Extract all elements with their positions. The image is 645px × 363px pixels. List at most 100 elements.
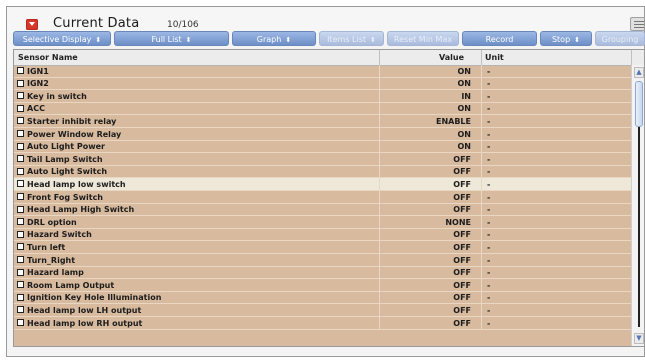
row-checkbox[interactable] — [17, 117, 24, 125]
table-row[interactable]: IGN2 ON - — [14, 77, 631, 91]
dropdown-arrow-icon: ⬍ — [95, 36, 102, 44]
column-header-value[interactable]: Value — [439, 53, 464, 62]
sensor-value: ON — [457, 79, 472, 89]
row-checkbox[interactable] — [17, 67, 24, 74]
sensor-unit: - — [487, 242, 491, 252]
sensor-unit: - — [487, 179, 491, 189]
table-row[interactable]: Auto Light Power ON - — [14, 140, 631, 154]
row-checkbox[interactable] — [17, 104, 24, 112]
sensor-unit: - — [487, 192, 491, 202]
table-row[interactable]: Power Window Relay ON - — [14, 128, 631, 141]
row-checkbox[interactable] — [17, 167, 24, 175]
scroll-up-icon[interactable]: ▲ — [634, 67, 644, 78]
row-checkbox[interactable] — [17, 306, 24, 314]
table-row[interactable]: Room Lamp Output OFF - — [14, 279, 631, 292]
collapse-icon[interactable] — [26, 19, 38, 30]
reset-min-max-button[interactable]: Reset Min Max — [387, 31, 459, 46]
row-checkbox[interactable] — [17, 218, 24, 226]
row-checkbox[interactable] — [17, 281, 24, 289]
table-row[interactable]: Hazard Switch OFF - — [14, 228, 631, 242]
table-row[interactable]: Head lamp low switch OFF - — [14, 178, 631, 191]
grouping-button[interactable]: Grouping — [595, 31, 645, 46]
table-row[interactable]: Key in switch IN - — [14, 90, 631, 103]
sensor-name: Key in switch — [27, 91, 87, 101]
sensor-value: OFF — [453, 242, 471, 252]
table-row[interactable]: Front Fog Switch OFF - — [14, 191, 631, 204]
table-row[interactable]: Hazard lamp OFF - — [14, 266, 631, 280]
sensor-name: Turn_Right — [27, 255, 76, 265]
table-row[interactable]: Tail Lamp Switch OFF - — [14, 153, 631, 166]
full-list-button[interactable]: Full List ⬍ — [114, 31, 229, 46]
sensor-value: ON — [457, 142, 472, 152]
sensor-name: Front Fog Switch — [27, 192, 104, 202]
column-header-sensor-name[interactable]: Sensor Name — [18, 53, 78, 62]
scroll-down-icon[interactable]: ▼ — [634, 333, 644, 344]
sensor-value: OFF — [453, 280, 471, 290]
title-bar: Current Data 10/106 — [7, 7, 644, 33]
sensor-value: OFF — [453, 179, 471, 189]
sensor-unit: - — [487, 293, 491, 303]
sensor-name: Hazard lamp — [27, 268, 84, 278]
row-checkbox[interactable] — [17, 79, 24, 87]
dropdown-arrow-icon: ⬍ — [185, 36, 192, 44]
vertical-scrollbar[interactable]: ▲ ▼ — [631, 65, 644, 346]
sensor-value: ON — [457, 129, 472, 139]
row-checkbox[interactable] — [17, 155, 24, 163]
sensor-name: Auto Light Power — [27, 142, 105, 152]
items-list-button[interactable]: Items List ⬍ — [319, 31, 384, 46]
column-header-unit[interactable]: Unit — [485, 53, 504, 62]
dropdown-arrow-icon: ⬍ — [370, 36, 376, 44]
scrollbar-track — [638, 127, 640, 327]
table-row[interactable]: DRL option NONE - — [14, 216, 631, 229]
sensor-unit: - — [487, 66, 491, 76]
sensor-name: Starter inhibit relay — [27, 116, 117, 126]
record-button[interactable]: Record — [462, 31, 537, 46]
sensor-value: OFF — [453, 268, 471, 278]
table-row[interactable]: ACC ON - — [14, 102, 631, 116]
row-checkbox[interactable] — [17, 293, 24, 301]
row-checkbox[interactable] — [17, 268, 24, 276]
sensor-value: ENABLE — [435, 116, 471, 126]
sensor-unit: - — [487, 167, 491, 177]
selective-display-button[interactable]: Selective Display ⬍ — [13, 31, 111, 46]
sensor-unit: - — [487, 280, 491, 290]
table-row[interactable]: Head Lamp High Switch OFF - — [14, 203, 631, 217]
row-checkbox[interactable] — [17, 92, 24, 100]
row-checkbox[interactable] — [17, 193, 24, 200]
table-row[interactable]: Head lamp low LH output OFF - — [14, 304, 631, 317]
sensor-name: Head lamp low RH output — [27, 318, 143, 328]
stop-button[interactable]: Stop ⬍ — [540, 31, 592, 46]
table-row[interactable]: Turn left OFF - — [14, 241, 631, 254]
row-checkbox[interactable] — [17, 256, 24, 263]
graph-button[interactable]: Graph ⬍ — [232, 31, 316, 46]
sensor-name: Hazard Switch — [27, 230, 92, 240]
table-row[interactable]: IGN1 ON - — [14, 65, 631, 78]
menu-icon[interactable] — [630, 17, 644, 31]
sensor-unit: - — [487, 205, 491, 215]
row-checkbox[interactable] — [17, 319, 24, 326]
sensor-unit: - — [487, 268, 491, 278]
sensor-name: Auto Light Switch — [27, 167, 108, 177]
row-checkbox[interactable] — [17, 230, 24, 238]
sensor-name: Ignition Key Hole Illumination — [27, 293, 162, 303]
sensor-value: ON — [457, 104, 472, 114]
row-checkbox[interactable] — [17, 243, 24, 251]
table-row[interactable]: Auto Light Switch OFF - — [14, 165, 631, 179]
row-checkbox[interactable] — [17, 180, 24, 188]
scrollbar-thumb[interactable] — [635, 81, 643, 127]
table-row[interactable]: Starter inhibit relay ENABLE - — [14, 115, 631, 128]
table-row[interactable]: Head lamp low RH output OFF - — [14, 317, 631, 330]
table-row[interactable]: Turn_Right OFF - — [14, 254, 631, 267]
sensor-name: ACC — [27, 104, 45, 114]
dropdown-arrow-icon: ⬍ — [574, 36, 581, 44]
row-checkbox[interactable] — [17, 205, 24, 213]
sensor-name: Head lamp low LH output — [27, 305, 142, 315]
sensor-name: Tail Lamp Switch — [27, 154, 103, 164]
sensor-unit: - — [487, 79, 491, 89]
row-checkbox[interactable] — [17, 142, 24, 150]
sensor-unit: - — [487, 91, 491, 101]
sensor-name: Head Lamp High Switch — [27, 205, 135, 215]
sensor-name: Head lamp low switch — [27, 179, 126, 189]
table-row[interactable]: Ignition Key Hole Illumination OFF - — [14, 291, 631, 305]
row-checkbox[interactable] — [17, 130, 24, 137]
